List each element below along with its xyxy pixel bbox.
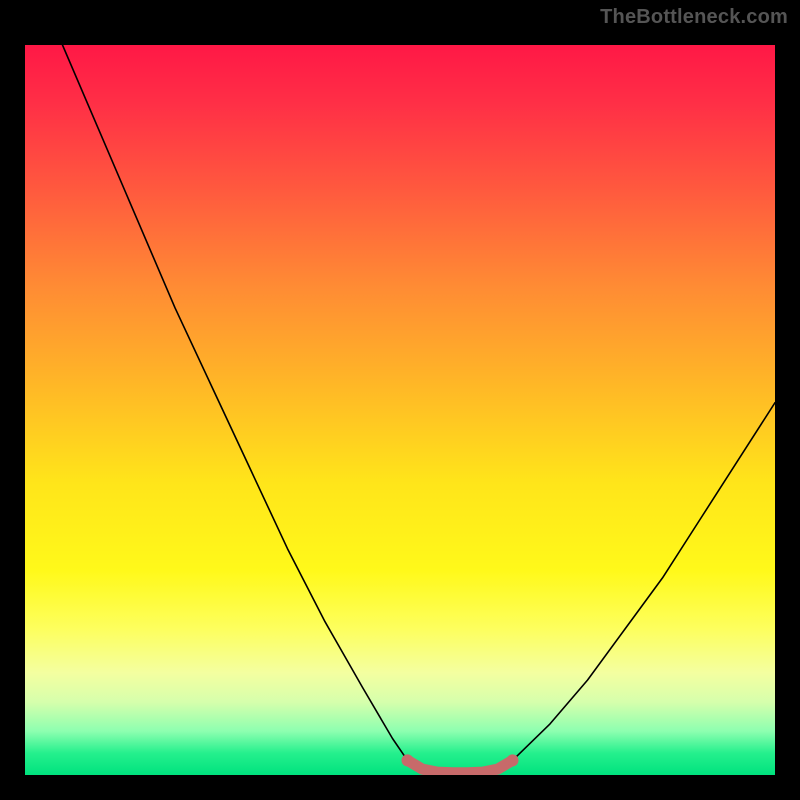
chart-svg [25,45,775,775]
series-right-curve [513,403,776,761]
series-plateau [408,760,513,772]
chart-plot-area [25,45,775,775]
series-left-curve [63,45,408,760]
curve-group [63,45,776,773]
plateau-marker [507,754,519,766]
watermark-text: TheBottleneck.com [600,6,788,29]
chart-frame [10,30,790,790]
plateau-marker [402,754,414,766]
